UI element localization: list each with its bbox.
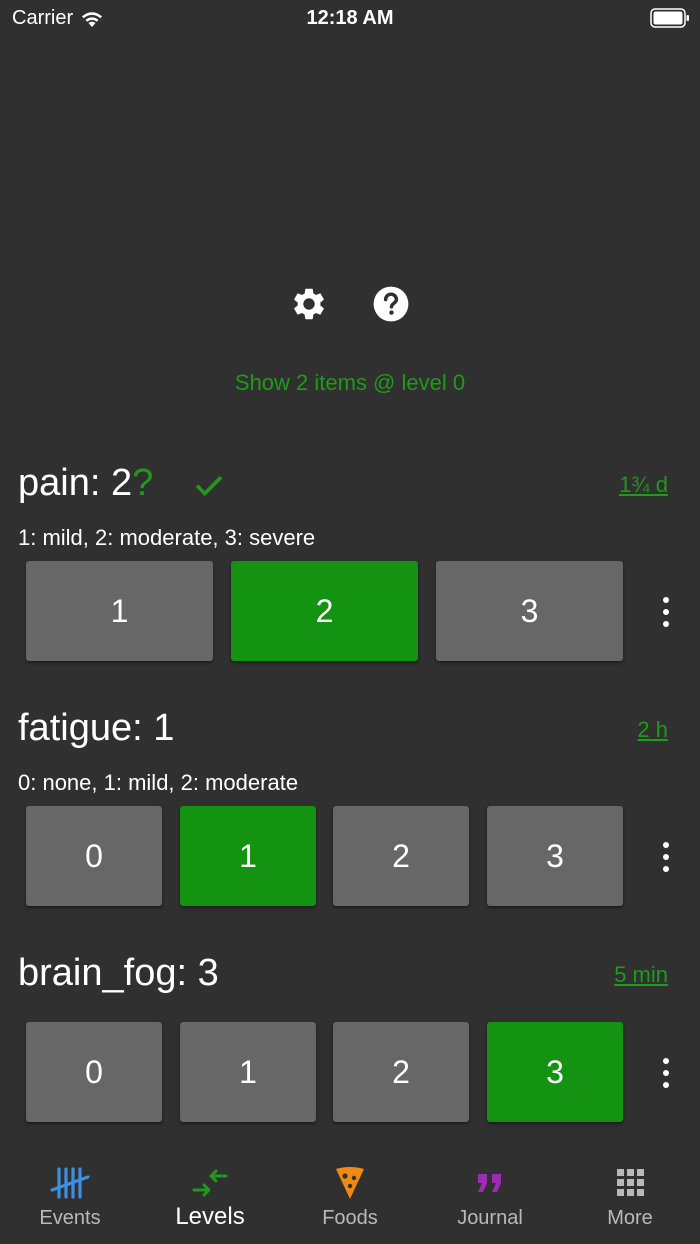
tab-label: Levels [175, 1203, 245, 1230]
level-button-3[interactable]: 3 [436, 561, 623, 661]
level-button-3[interactable]: 3 [487, 1022, 623, 1122]
show-items-link[interactable]: Show 2 items @ level 0 [0, 370, 700, 396]
arrows-in-icon [192, 1169, 228, 1197]
tab-label: Foods [322, 1207, 378, 1229]
item-menu-icon[interactable] [655, 839, 677, 875]
item-title: pain: 2? [18, 462, 153, 505]
level-button-2[interactable]: 2 [231, 561, 418, 661]
top-toolbar [0, 285, 700, 325]
grid-icon [617, 1169, 644, 1196]
tally-icon [50, 1167, 90, 1199]
level-button-1[interactable]: 1 [180, 806, 316, 906]
tab-foods[interactable]: Foods [280, 1150, 420, 1244]
level-button-2[interactable]: 2 [333, 1022, 469, 1122]
confirm-check-icon[interactable] [192, 468, 226, 502]
tab-label: Events [39, 1207, 101, 1229]
elapsed-time-link[interactable]: 2 h [637, 717, 668, 743]
item-title: brain_fog: 3 [18, 952, 219, 995]
battery-icon [650, 8, 689, 28]
item-menu-icon[interactable] [655, 594, 677, 630]
level-button-1[interactable]: 1 [26, 561, 213, 661]
level-button-3[interactable]: 3 [487, 806, 623, 906]
unsaved-mark: ? [132, 462, 154, 504]
elapsed-time-link[interactable]: 1¾ d [619, 472, 668, 498]
bottom-tab-bar: Events Levels Foods Journal More [0, 1150, 700, 1244]
item-title-text: pain: 2 [18, 462, 133, 504]
level-button-1[interactable]: 1 [180, 1022, 316, 1122]
item-title: fatigue: 1 [18, 707, 174, 750]
item-menu-icon[interactable] [655, 1055, 677, 1091]
tab-label: Journal [457, 1207, 523, 1229]
elapsed-time-link[interactable]: 5 min [614, 962, 668, 988]
item-description: 1: mild, 2: moderate, 3: severe [18, 525, 316, 550]
item-title-text: brain_fog: 3 [18, 952, 219, 994]
level-button-0[interactable]: 0 [26, 806, 162, 906]
help-icon[interactable] [372, 285, 410, 323]
tab-events[interactable]: Events [0, 1150, 140, 1244]
item-description: 0: none, 1: mild, 2: moderate [18, 770, 299, 795]
pizza-icon [336, 1167, 364, 1199]
tab-more[interactable]: More [560, 1150, 700, 1244]
tab-levels[interactable]: Levels [140, 1150, 280, 1244]
level-button-2[interactable]: 2 [333, 806, 469, 906]
level-button-0[interactable]: 0 [26, 1022, 162, 1122]
status-time: 12:18 AM [306, 7, 394, 29]
quote-icon [478, 1174, 501, 1192]
tab-label: More [607, 1207, 653, 1229]
status-bar: Carrier 12:18 AM [0, 0, 700, 36]
tab-journal[interactable]: Journal [420, 1150, 560, 1244]
settings-gear-icon[interactable] [290, 285, 328, 323]
item-title-text: fatigue: 1 [18, 707, 175, 749]
